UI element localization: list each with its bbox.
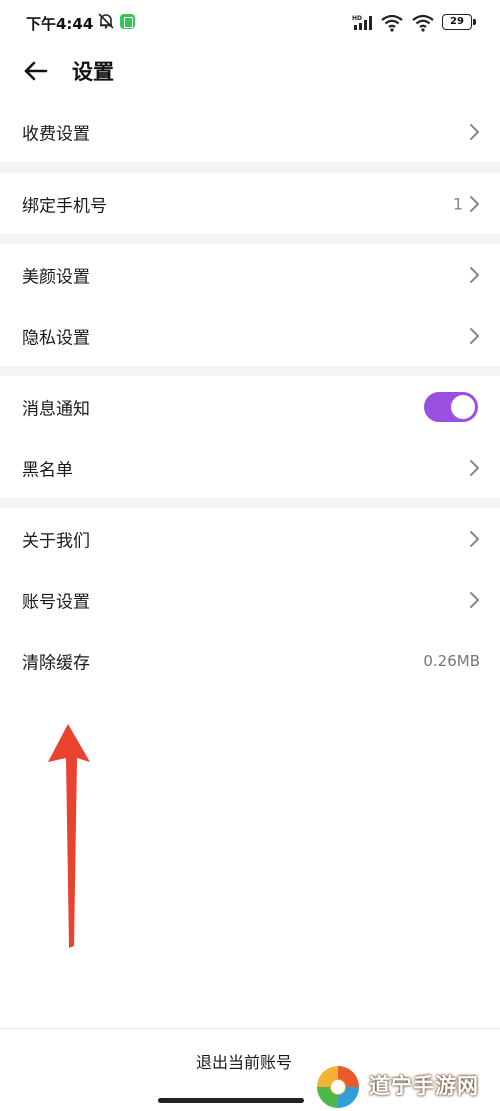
chevron-right-icon	[470, 327, 479, 344]
chevron-right-icon	[470, 459, 479, 476]
app-notification-icon	[120, 14, 135, 29]
section-divider	[0, 162, 500, 173]
settings-row-label: 收费设置	[22, 124, 90, 144]
settings-row-account[interactable]: 账号设置	[0, 569, 500, 630]
section-divider	[0, 498, 500, 508]
settings-group-phone: 绑定手机号 1	[0, 173, 500, 234]
cache-size-value: 0.26MB	[423, 651, 480, 670]
settings-row-beauty[interactable]: 美颜设置	[0, 244, 500, 305]
settings-row-about[interactable]: 关于我们	[0, 508, 500, 569]
settings-group-fee: 收费设置	[0, 101, 500, 162]
wifi-icon	[412, 14, 434, 32]
settings-row-label: 消息通知	[22, 399, 90, 419]
page-title: 设置	[72, 60, 114, 84]
status-time: 下午4:44	[26, 15, 94, 33]
settings-row-label: 美颜设置	[22, 267, 90, 287]
settings-row-cache[interactable]: 清除缓存 0.26MB	[0, 630, 500, 691]
settings-row-label: 黑名单	[22, 460, 73, 480]
toggle-knob	[451, 394, 475, 419]
svg-text:HD: HD	[352, 15, 362, 22]
bottom-divider	[0, 1028, 500, 1029]
section-divider	[0, 366, 500, 376]
chevron-right-icon	[470, 266, 479, 283]
chevron-right-icon	[470, 195, 479, 212]
settings-row-label: 关于我们	[22, 531, 90, 551]
chevron-right-icon	[470, 530, 479, 547]
settings-row-label: 清除缓存	[22, 653, 90, 673]
notification-toggle[interactable]	[424, 391, 478, 422]
section-divider	[0, 234, 500, 244]
logout-button[interactable]: 退出当前账号	[196, 1049, 292, 1073]
settings-group-notify: 消息通知 黑名单	[0, 376, 500, 498]
settings-group-display: 美颜设置 隐私设置	[0, 244, 500, 366]
chevron-right-icon	[470, 591, 479, 608]
settings-row-label: 隐私设置	[22, 328, 90, 348]
watermark-text: 道宁手游网	[369, 1074, 479, 1098]
arrow-left-icon[interactable]	[22, 57, 50, 85]
settings-row-notify: 消息通知	[0, 376, 500, 437]
settings-group-account: 关于我们 账号设置 清除缓存 0.26MB	[0, 508, 500, 691]
battery-icon: 29	[442, 14, 476, 30]
phone-number-value: 1	[452, 194, 463, 213]
settings-row-privacy[interactable]: 隐私设置	[0, 305, 500, 366]
settings-row-fee[interactable]: 收费设置	[0, 101, 500, 162]
signal-icon: HD	[352, 15, 372, 30]
status-bar: 下午4:44 HD 29	[0, 0, 500, 46]
wifi-icon	[381, 14, 403, 32]
settings-row-blacklist[interactable]: 黑名单	[0, 437, 500, 498]
home-indicator[interactable]	[158, 1098, 304, 1103]
bell-off-icon	[98, 13, 114, 29]
settings-row-label: 账号设置	[22, 592, 90, 612]
settings-row-label: 绑定手机号	[22, 196, 107, 216]
header: 设置	[0, 46, 500, 96]
chevron-right-icon	[470, 123, 479, 140]
watermark-logo-icon	[317, 1066, 359, 1108]
annotation-arrow-icon	[48, 724, 90, 948]
settings-row-bind-phone[interactable]: 绑定手机号 1	[0, 173, 500, 234]
